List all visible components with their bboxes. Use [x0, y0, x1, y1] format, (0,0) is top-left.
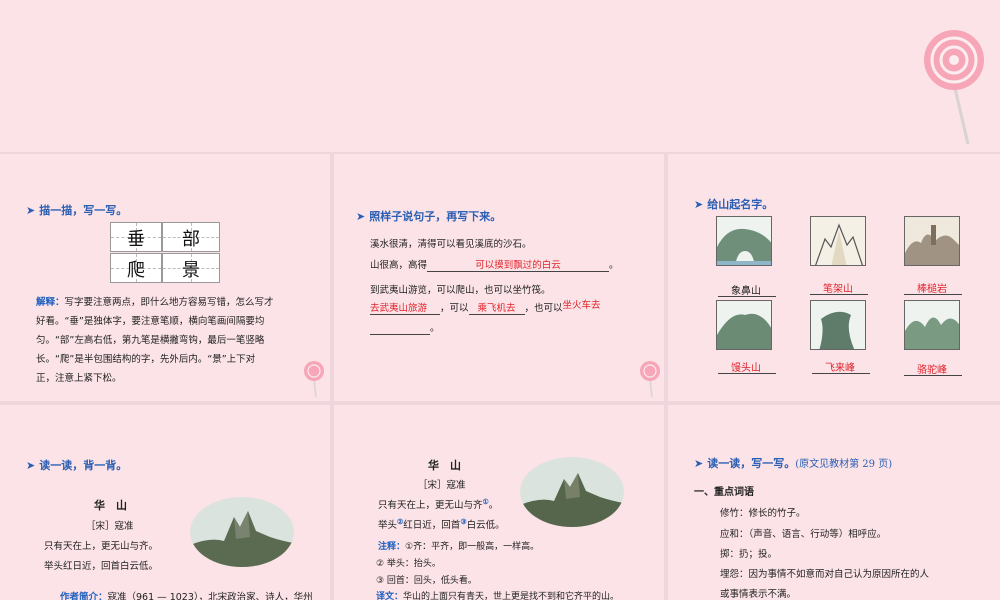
example-sentence: 溪水很清，清得可以看见溪底的沙石。	[370, 239, 532, 250]
mountain-photo	[520, 457, 624, 527]
panel-sentences: ➤ 照样子说句子，再写下来。 溪水很清，清得可以看见溪底的沙石。 山很高，高得 可以…	[334, 154, 664, 401]
note-line: 注释：①齐：平齐，即一般高，一样高。	[378, 542, 540, 552]
note-line: ③ 回首：回头，低头看。	[376, 576, 477, 586]
mountain-name: 骆驼峰	[917, 365, 947, 376]
mountain-name: 象鼻山	[731, 286, 761, 297]
answer-underline	[810, 294, 868, 295]
lollipop-icon	[924, 30, 984, 145]
mountain-name: 笔架山	[823, 284, 853, 295]
vocab-item: 埋怨：因为事情不如意而对自己认为原因所在的人	[720, 569, 930, 580]
lollipop-icon	[304, 361, 324, 398]
arrow-icon: ➤	[694, 198, 704, 211]
translation-line: 译文：华山的上面只有青天，世上更是找不到和它齐平的山。	[376, 592, 620, 600]
section-title: ➤ 读一读，写一写。(原文见教材第 29 页)	[694, 457, 893, 470]
mountain-image	[810, 300, 866, 350]
mountain-image	[716, 300, 772, 350]
answer-underline	[718, 373, 776, 374]
char-grid: 垂	[110, 222, 162, 252]
vocab-item: 应和：（声音、语言、行动等）相呼应。	[720, 529, 887, 540]
vocab-item: 修竹：修长的竹子。	[720, 508, 806, 519]
panel-poem-notes: 华 山 ［宋］寇准 只有天在上，更无山与齐①。 举头②红日近，回首③白云低。 注…	[334, 405, 664, 600]
mountain-image	[810, 216, 866, 266]
mountain-image	[904, 216, 960, 266]
poem-title: 华 山	[428, 459, 461, 472]
note-line: ② 举头：抬头。	[376, 559, 441, 569]
note-line: 长。“爬”是半包围结构的字，先外后内。“景”上下对	[36, 354, 256, 365]
poem-author: ［宋］寇准	[418, 480, 466, 491]
mountain-photo	[190, 497, 294, 567]
arrow-icon: ➤	[26, 459, 36, 472]
example-sentence: 到武夷山游览，可以爬山，也可以坐竹筏。	[370, 285, 551, 296]
section-heading: 一、重点词语	[694, 487, 754, 498]
vocab-item: 或事情表示不满。	[720, 589, 797, 600]
note-line: 正，注意上紧下松。	[36, 373, 122, 384]
char-grid: 部	[162, 222, 220, 252]
section-title: ➤ 描一描，写一写。	[26, 204, 128, 217]
mountain-image	[904, 300, 960, 350]
mountain-image	[716, 216, 772, 266]
poem-line: 举头②红日近，回首③白云低。	[378, 517, 505, 532]
poem-line: 只有天在上，更无山与齐。	[44, 541, 159, 552]
section-title: ➤ 照样子说句子，再写下来。	[356, 210, 502, 223]
section-title: ➤ 给山起名字。	[694, 198, 774, 211]
arrow-icon: ➤	[694, 457, 704, 470]
poem-author: ［宋］寇准	[86, 521, 134, 532]
answer-underline	[904, 375, 962, 376]
panel-read-write: ➤ 读一读，写一写。(原文见教材第 29 页) 一、重点词语 修竹：修长的竹子。 …	[668, 405, 1000, 600]
arrow-icon: ➤	[356, 210, 366, 223]
mountain-name: 馒头山	[731, 363, 761, 374]
answer-line: 。	[370, 320, 440, 335]
panel-name-mountains: ➤ 给山起名字。 象鼻山 笔架山 棒槌岩 馒头山 飞来峰 骆驼峰	[668, 154, 1000, 401]
char-grid: 爬	[110, 253, 162, 283]
arrow-icon: ➤	[26, 204, 36, 217]
panel-trace-write: ➤ 描一描，写一写。 垂 部 爬 景 解释：写字要注意两点，即什么地方容易写错，怎…	[0, 154, 330, 401]
mountain-name: 棒槌岩	[917, 284, 947, 295]
poem-line: 举头红日近，回首白云低。	[44, 561, 159, 572]
answer-underline	[904, 294, 962, 295]
author-intro: 作者简介：寇准（961 — 1023），北宋政治家、诗人，华州	[60, 592, 313, 600]
lollipop-icon	[640, 361, 660, 398]
poem-title: 华 山	[94, 499, 127, 512]
answer-line: 山很高，高得 可以摸到飘过的白云。	[370, 257, 619, 272]
answer-line: 去武夷山旅游 ，可以 乘飞机去 ，也可以坐火车去	[370, 300, 601, 315]
section-title: ➤ 读一读，背一背。	[26, 459, 128, 472]
top-slide	[0, 0, 1000, 152]
note-line: 匀。“部”左高右低，第九笔是横撇弯钩，最后一笔竖略	[36, 335, 265, 346]
answer-underline	[812, 373, 870, 374]
note-line: 好看。“垂”是独体字，要注意笔顺，横向笔画间隔要均	[36, 316, 265, 327]
mountain-name: 飞来峰	[825, 363, 855, 374]
note-line: 解释：写字要注意两点，即什么地方容易写错，怎么写才	[36, 297, 274, 308]
answer-underline	[718, 296, 776, 297]
poem-line: 只有天在上，更无山与齐①。	[378, 497, 499, 512]
panel-read-recite: ➤ 读一读，背一背。 华 山 ［宋］寇准 只有天在上，更无山与齐。 举头红日近，回…	[0, 405, 330, 600]
char-grid: 景	[162, 253, 220, 283]
vocab-item: 掷：扔；投。	[720, 549, 778, 560]
